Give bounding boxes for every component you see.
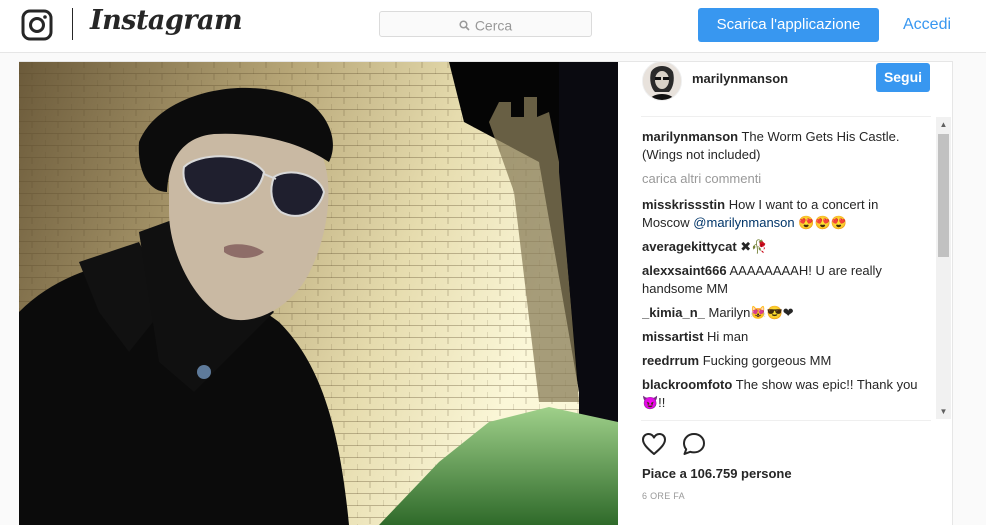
heart-outline-icon[interactable] <box>641 432 667 456</box>
comment-username[interactable]: missartist <box>642 329 703 344</box>
comment-username[interactable]: averagekittycat <box>642 239 737 254</box>
comment-username[interactable]: alexxsaint666 <box>642 263 727 278</box>
magnifier-icon <box>459 20 470 31</box>
avatar[interactable] <box>642 61 682 101</box>
comments-list: marilynmanson The Worm Gets His Castle. … <box>642 128 925 418</box>
instagram-wordmark[interactable]: Instagram <box>90 5 243 36</box>
comment-item: alexxsaint666 AAAAAAAAH! U are really ha… <box>642 262 925 298</box>
comments-divider <box>641 420 931 421</box>
likes-count[interactable]: Piace a 106.759 persone <box>642 466 792 481</box>
post-author-username[interactable]: marilynmanson <box>692 71 788 86</box>
comment-text: ✖🥀 <box>740 239 768 254</box>
comment-item: reedrrum Fucking gorgeous MM <box>642 352 925 370</box>
comment-username[interactable]: misskrissstin <box>642 197 725 212</box>
comment-text: Fucking gorgeous MM <box>702 353 832 368</box>
logo-divider <box>72 8 73 40</box>
scrollbar-thumb[interactable] <box>938 134 949 257</box>
instagram-camera-icon[interactable] <box>21 9 53 41</box>
comment-item: _kimia_n_ Marilyn😻😎❤ <box>642 304 925 322</box>
comment-username[interactable]: _kimia_n_ <box>642 305 705 320</box>
comment-item: missartist Hi man <box>642 328 925 346</box>
header-divider <box>641 116 931 117</box>
post-header: marilynmanson Segui <box>642 60 932 101</box>
comment-username[interactable]: reedrrum <box>642 353 699 368</box>
search-placeholder: Cerca <box>474 17 513 34</box>
post-caption: marilynmanson The Worm Gets His Castle. … <box>642 128 925 164</box>
caption-username[interactable]: marilynmanson <box>642 129 738 144</box>
comment-text: Hi man <box>707 329 749 344</box>
comment-item: averagekittycat ✖🥀 <box>642 238 925 256</box>
comments-scrollbar[interactable]: ▲ ▼ <box>936 117 951 419</box>
follow-button[interactable]: Segui <box>876 63 930 92</box>
speech-bubble-icon[interactable] <box>681 432 707 456</box>
download-app-button[interactable]: Scarica l'applicazione <box>698 8 879 42</box>
comment-text: Marilyn😻😎❤ <box>708 305 794 320</box>
load-more-comments-link[interactable]: carica altri commenti <box>642 170 925 188</box>
comment-emoji: 😍😍😍 <box>794 215 847 230</box>
comment-username[interactable]: blackroomfoto <box>642 377 732 392</box>
top-navigation-bar: Instagram Cerca Scarica l'applicazione A… <box>0 0 986 53</box>
scroll-down-arrow-icon[interactable]: ▼ <box>936 404 951 419</box>
post-actions <box>641 432 721 458</box>
post-timestamp[interactable]: 6 ORE FA <box>642 491 685 501</box>
comment-item: blackroomfoto The show was epic!! Thank … <box>642 376 925 412</box>
login-link[interactable]: Accedi <box>903 16 951 34</box>
scroll-up-arrow-icon[interactable]: ▲ <box>936 117 951 132</box>
search-input[interactable]: Cerca <box>379 11 592 37</box>
post-photo[interactable] <box>19 62 618 525</box>
comment-item: misskrissstin How I want to a concert in… <box>642 196 925 232</box>
comment-mention-link[interactable]: @marilynmanson <box>693 215 794 230</box>
